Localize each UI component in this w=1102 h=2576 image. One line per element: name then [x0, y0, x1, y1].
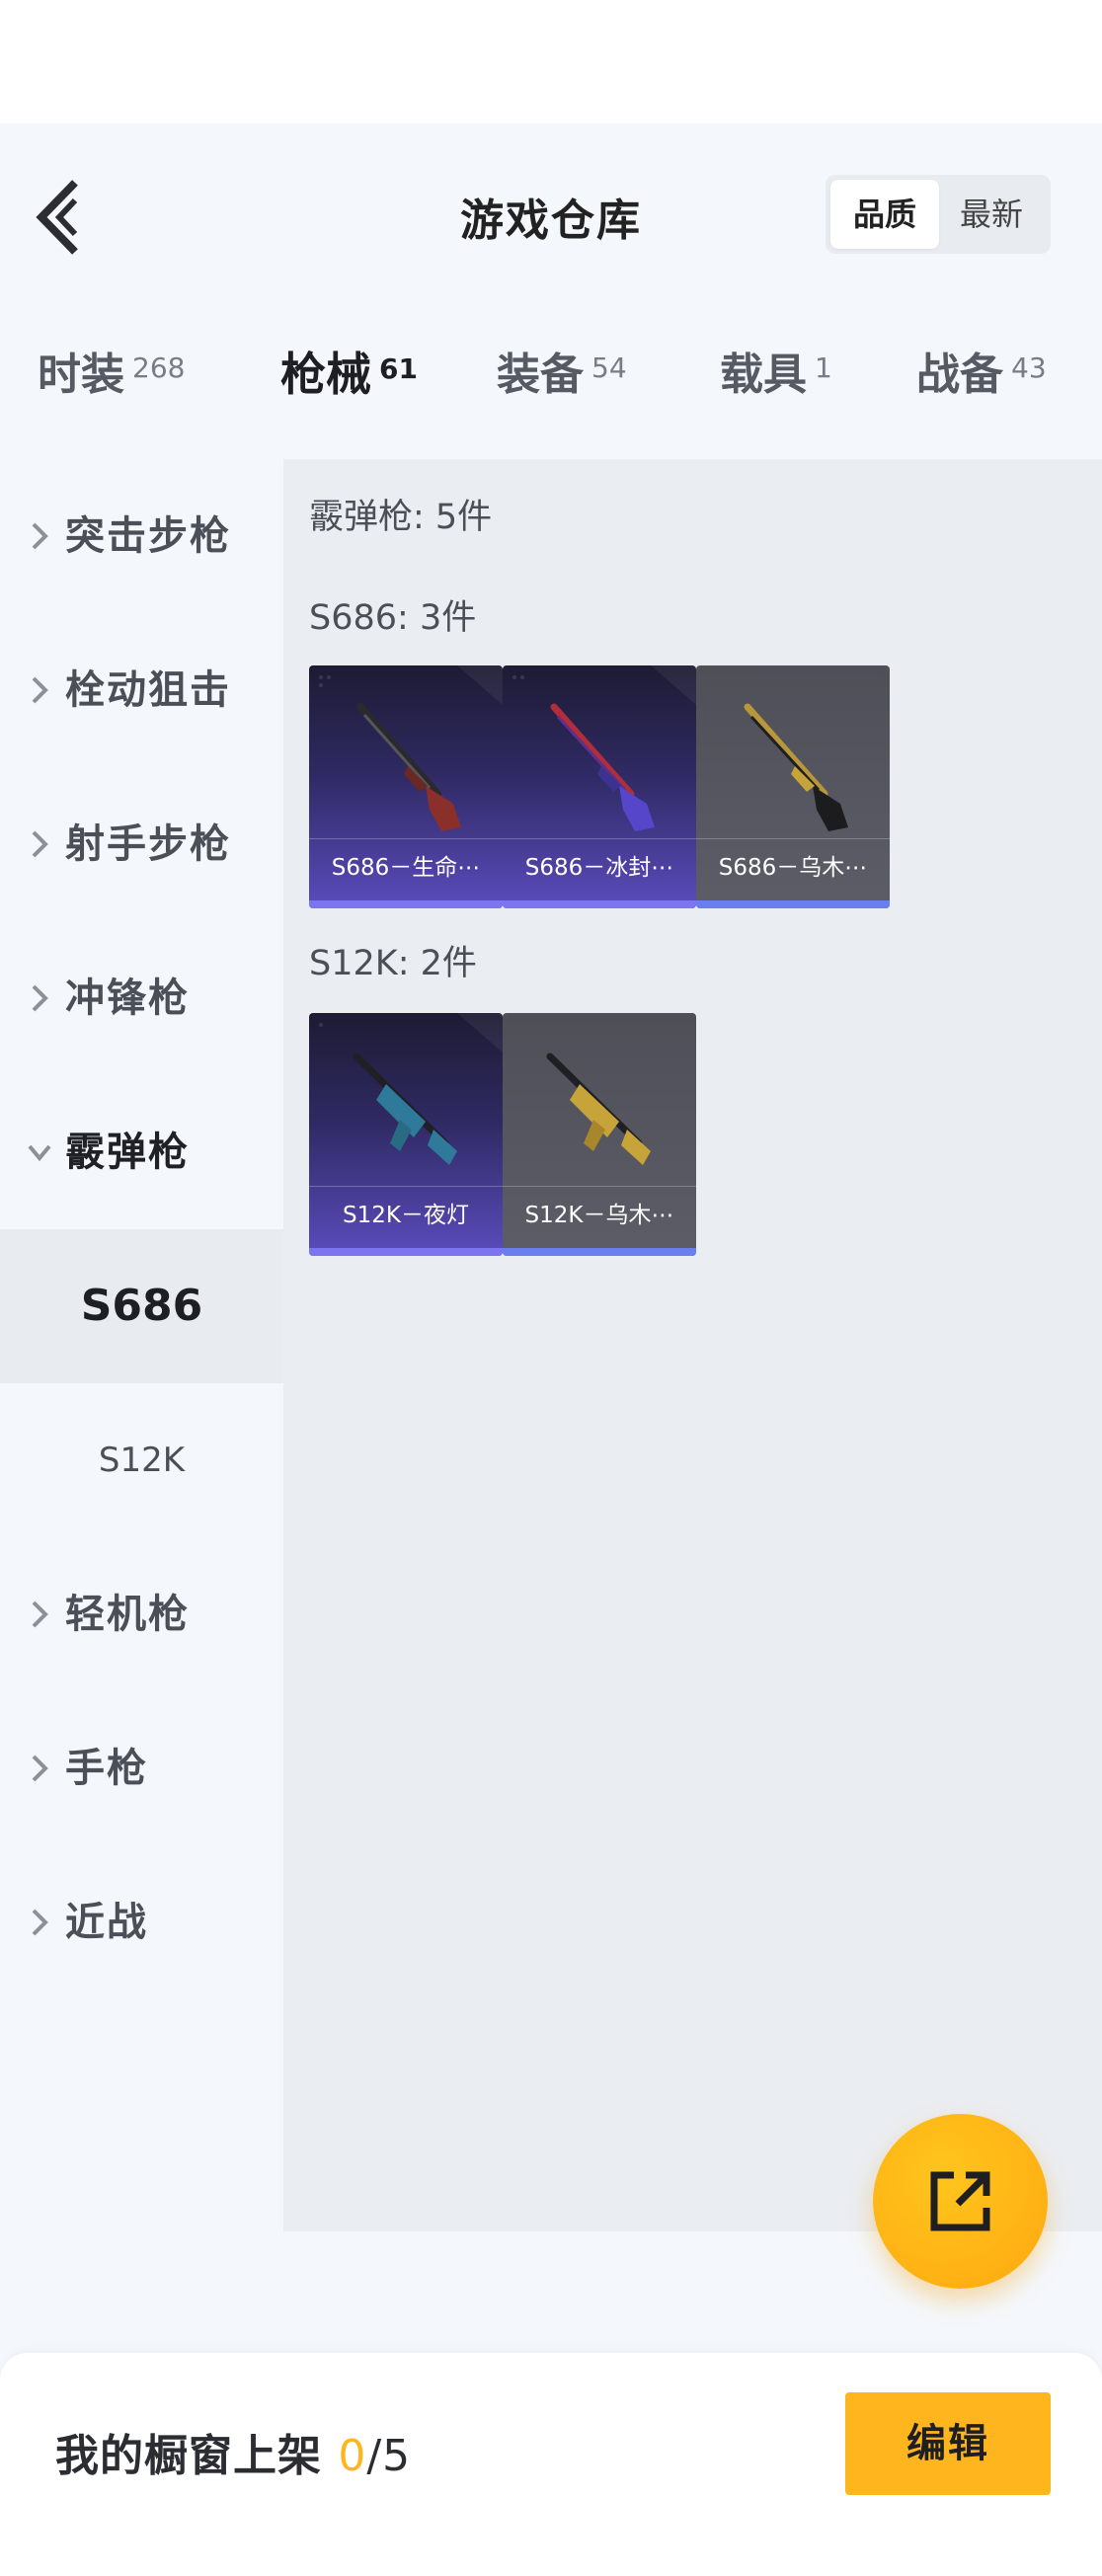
sidebar-item-bolt-sniper[interactable]: 栓动狙击: [0, 613, 283, 767]
weapon-card[interactable]: S686－乌木⋯: [696, 665, 890, 908]
chevron-right-icon: [32, 1909, 48, 1936]
sidebar-item-assault-rifle[interactable]: 突击步枪: [0, 459, 283, 613]
edit-button[interactable]: 编辑: [845, 2392, 1051, 2495]
sidebar-item-label: 轻机枪: [65, 1592, 190, 1637]
share-fab-button[interactable]: [873, 2114, 1048, 2289]
category-tabs: 时装 268 枪械 61 装备 54 载具 1 战备 43: [0, 339, 1102, 437]
tab-count: 61: [379, 352, 418, 385]
weapon-name: S686－乌木⋯: [696, 838, 890, 897]
tab-label: 装备: [497, 350, 584, 400]
header: 游戏仓库 品质 最新: [0, 123, 1102, 291]
weapon-name: S686－冰封⋯: [503, 838, 696, 897]
shotgun-icon: [744, 703, 848, 831]
tab-equipment[interactable]: 装备 54: [497, 339, 627, 402]
weapon-name: S686－生命⋯: [309, 838, 503, 897]
tab-label: 战备: [916, 350, 1003, 400]
sidebar-item-smg[interactable]: 冲锋枪: [0, 921, 283, 1075]
weapon-name: S12K－乌木⋯: [503, 1186, 696, 1244]
rarity-bar: [696, 900, 890, 908]
group-title-s686: S686: 3件: [309, 598, 477, 638]
sidebar-item-label: 栓动狙击: [65, 667, 231, 713]
sidebar-item-label: 近战: [65, 1900, 148, 1945]
shotgun-icon: [550, 703, 655, 831]
weapon-card[interactable]: S12K－夜灯: [309, 1013, 503, 1256]
sidebar-item-label: 霰弹枪: [65, 1130, 190, 1175]
tab-fashion[interactable]: 时装 268: [38, 339, 185, 402]
app-screen: 游戏仓库 品质 最新 时装 268 枪械 61 装备 54 载具 1 战备 43 突击步枪: [0, 123, 1102, 2576]
rarity-bar: [309, 1248, 503, 1256]
rifle-icon: [546, 1053, 651, 1165]
share-out-icon: [930, 2171, 990, 2231]
tab-vehicles[interactable]: 载具 1: [720, 339, 832, 402]
weapon-category-sidebar: 突击步枪 栓动狙击 射手步枪 冲锋枪 霰弹枪 S686 S12K 轻机枪 手枪: [0, 459, 283, 2231]
chevron-right-icon: [32, 1600, 48, 1628]
sort-quality-option[interactable]: 品质: [830, 180, 939, 249]
sidebar-item-label: 手枪: [65, 1746, 148, 1791]
sidebar-item-label: 射手步枪: [65, 821, 231, 867]
sidebar-item-melee[interactable]: 近战: [0, 1845, 283, 1999]
tab-firearms[interactable]: 枪械 61: [280, 339, 418, 404]
category-summary: 霰弹枪: 5件: [309, 498, 493, 537]
weapon-card[interactable]: S686－生命⋯: [309, 665, 503, 908]
sort-toggle: 品质 最新: [826, 175, 1051, 254]
weapon-card[interactable]: S12K－乌木⋯: [503, 1013, 696, 1256]
tab-label: 枪械: [280, 348, 371, 401]
showcase-label-text: 我的橱窗上架: [55, 2431, 322, 2481]
tab-label: 载具: [720, 350, 807, 400]
shotgun-icon: [356, 703, 461, 831]
status-bar: [0, 0, 1102, 123]
tab-count: 1: [815, 351, 832, 384]
chevron-right-icon: [32, 1755, 48, 1782]
chevron-down-icon: [28, 1144, 51, 1162]
rarity-bar: [309, 900, 503, 908]
rarity-bar: [503, 1248, 696, 1256]
chevron-right-icon: [32, 830, 48, 858]
sidebar-subitem-s686[interactable]: S686: [0, 1229, 283, 1383]
item-grid-s686: S686－生命⋯ S686－冰封⋯ S686－乌木⋯: [309, 665, 890, 908]
tab-count: 268: [132, 351, 186, 384]
sidebar-item-label: 突击步枪: [65, 513, 231, 559]
group-title-s12k: S12K: 2件: [309, 944, 477, 983]
rarity-bar: [503, 900, 696, 908]
weapon-list: 霰弹枪: 5件 S686: 3件 S686－生命⋯ S686－冰封⋯ S686－…: [283, 459, 1102, 2231]
showcase-label: 我的橱窗上架 0/5: [55, 2420, 411, 2483]
chevron-right-icon: [32, 984, 48, 1012]
sidebar-item-marksman-rifle[interactable]: 射手步枪: [0, 767, 283, 921]
rifle-icon: [353, 1053, 457, 1165]
sidebar-item-pistol[interactable]: 手枪: [0, 1691, 283, 1845]
tab-label: 时装: [38, 350, 124, 400]
showcase-count: 0: [338, 2431, 367, 2481]
weapon-card[interactable]: S686－冰封⋯: [503, 665, 696, 908]
sidebar-item-lmg[interactable]: 轻机枪: [0, 1537, 283, 1691]
chevron-right-icon: [32, 676, 48, 704]
item-grid-s12k: S12K－夜灯 S12K－乌木⋯: [309, 1013, 696, 1256]
sidebar-item-label: 冲锋枪: [65, 976, 190, 1021]
tab-count: 43: [1011, 351, 1047, 384]
tab-supplies[interactable]: 战备 43: [916, 339, 1047, 402]
sidebar-subitem-s12k[interactable]: S12K: [0, 1383, 283, 1537]
sort-newest-option[interactable]: 最新: [937, 180, 1046, 249]
chevron-right-icon: [32, 522, 48, 550]
showcase-total: /5: [366, 2431, 412, 2481]
showcase-bar: 我的橱窗上架 0/5 编辑: [0, 2353, 1102, 2576]
sidebar-item-shotgun[interactable]: 霰弹枪: [0, 1075, 283, 1229]
tab-count: 54: [591, 351, 627, 384]
weapon-name: S12K－夜灯: [309, 1186, 503, 1244]
